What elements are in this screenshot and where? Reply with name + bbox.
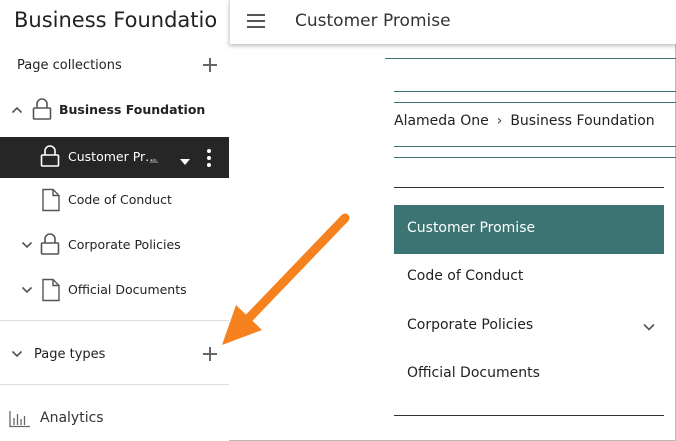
document-icon bbox=[41, 278, 61, 307]
lock-icon bbox=[39, 144, 61, 173]
add-page-collection-button[interactable] bbox=[200, 55, 220, 75]
page-collections-label: Page collections bbox=[17, 58, 122, 73]
tree-item-corporate-policies[interactable]: Corporate Policies bbox=[0, 227, 229, 263]
tree-item-business-foundation[interactable]: Business Foundation bbox=[0, 92, 229, 128]
sidebar-divider bbox=[0, 320, 229, 321]
chevron-down-icon[interactable] bbox=[20, 283, 34, 297]
app-title: Business Foundatio bbox=[14, 8, 218, 32]
sidebar-divider bbox=[0, 384, 229, 385]
nav-item-label: Code of Conduct bbox=[407, 268, 524, 284]
caret-down-icon[interactable] bbox=[179, 153, 191, 171]
breadcrumb: Alameda One › Business Foundation bbox=[394, 113, 655, 129]
breadcrumb-rule-top bbox=[394, 91, 676, 92]
page-title: Customer Promise bbox=[295, 11, 451, 31]
more-vertical-icon[interactable] bbox=[205, 148, 213, 173]
sort-up-icon[interactable] bbox=[148, 151, 160, 169]
breadcrumb-item-site[interactable]: Alameda One bbox=[394, 113, 489, 129]
nav-item-customer-promise[interactable]: Customer Promise bbox=[394, 205, 664, 254]
tree-item-label: Code of Conduct bbox=[68, 192, 172, 207]
lock-icon bbox=[31, 97, 53, 126]
tree-item-label: Customer Pr… bbox=[68, 149, 158, 164]
tree-item-label: Corporate Policies bbox=[68, 237, 181, 252]
top-bar: Customer Promise bbox=[229, 0, 676, 44]
nav-rule-top bbox=[394, 187, 664, 188]
sidebar: Business Foundatio Page collections Busi… bbox=[0, 0, 229, 441]
page-types-label[interactable]: Page types bbox=[34, 347, 105, 362]
document-icon bbox=[41, 188, 61, 217]
chevron-up-icon[interactable] bbox=[10, 103, 24, 117]
nav-item-label: Official Documents bbox=[407, 365, 540, 381]
tree-item-label: Business Foundation bbox=[59, 102, 206, 117]
nav-item-label: Customer Promise bbox=[407, 220, 536, 236]
tree-item-official-documents[interactable]: Official Documents bbox=[0, 272, 229, 308]
breadcrumb-separator: › bbox=[496, 113, 503, 129]
tree-item-label: Official Documents bbox=[68, 282, 187, 297]
chevron-down-icon[interactable] bbox=[20, 238, 34, 252]
add-page-type-button[interactable] bbox=[200, 344, 220, 364]
breadcrumb-item-collection[interactable]: Business Foundation bbox=[510, 113, 654, 129]
nav-item-label: Corporate Policies bbox=[407, 317, 534, 333]
nav-item-official-documents[interactable]: Official Documents bbox=[394, 350, 664, 399]
breadcrumb-rule-top-2 bbox=[394, 102, 676, 103]
nav-item-code-of-conduct[interactable]: Code of Conduct bbox=[394, 253, 664, 302]
tree-item-customer-promise[interactable]: Customer Pr… bbox=[0, 137, 229, 178]
chevron-down-icon[interactable] bbox=[642, 320, 656, 334]
analytics-link[interactable]: Analytics bbox=[40, 410, 104, 426]
breadcrumb-rule-bottom bbox=[394, 146, 676, 147]
hamburger-menu-icon[interactable] bbox=[247, 14, 265, 28]
nav-item-corporate-policies[interactable]: Corporate Policies bbox=[394, 302, 664, 351]
chevron-down-icon[interactable] bbox=[10, 347, 24, 361]
nav-rule-bottom bbox=[394, 415, 664, 416]
lock-icon bbox=[39, 232, 61, 261]
tree-item-code-of-conduct[interactable]: Code of Conduct bbox=[0, 182, 229, 218]
bar-chart-icon bbox=[9, 410, 31, 433]
breadcrumb-rule-bottom-2 bbox=[394, 157, 676, 158]
header-rule bbox=[385, 58, 676, 59]
